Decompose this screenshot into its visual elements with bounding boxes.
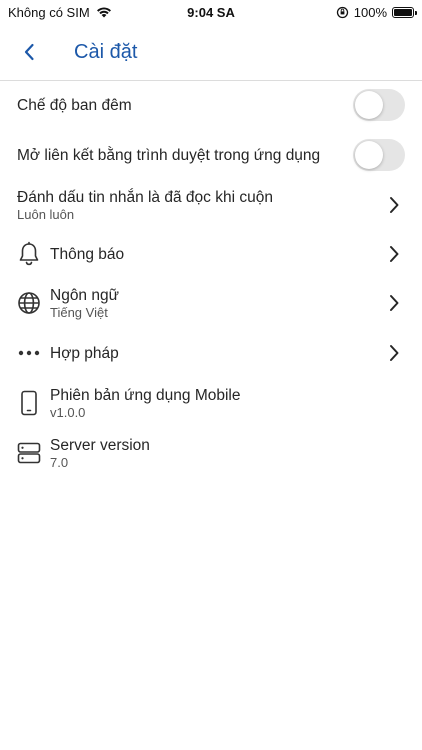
status-left: Không có SIM xyxy=(8,5,112,20)
setting-mark-read[interactable]: Đánh dấu tin nhắn là đã đọc khi cuộn Luô… xyxy=(0,180,422,230)
server-icon xyxy=(16,440,42,466)
status-right: 100% xyxy=(336,4,417,20)
setting-in-app-browser-label: Mở liên kết bằng trình duyệt trong ứng d… xyxy=(17,146,321,164)
setting-night-mode-label: Chế độ ban đêm xyxy=(17,96,132,114)
setting-language-label: Ngôn ngữ xyxy=(50,286,119,304)
chevron-right-icon xyxy=(390,345,399,361)
setting-text: Phiên bản ứng dụng Mobile v1.0.0 xyxy=(50,386,241,421)
toggle-knob xyxy=(355,91,383,119)
globe-icon xyxy=(16,290,42,316)
setting-text: Server version 7.0 xyxy=(50,436,150,471)
chevron-left-icon xyxy=(24,43,34,61)
setting-legal-label: Hợp pháp xyxy=(50,344,119,362)
carrier-label: Không có SIM xyxy=(8,4,90,20)
setting-text: Ngôn ngữ Tiếng Việt xyxy=(50,286,119,321)
status-time: 9:04 SA xyxy=(187,4,235,20)
in-app-browser-toggle[interactable] xyxy=(353,139,405,171)
setting-text: Hợp pháp xyxy=(50,344,119,363)
setting-mark-read-label: Đánh dấu tin nhắn là đã đọc khi cuộn xyxy=(17,188,273,206)
chevron-right-icon xyxy=(390,246,399,262)
setting-mark-read-value: Luôn luôn xyxy=(17,206,75,222)
setting-language[interactable]: Ngôn ngữ Tiếng Việt xyxy=(0,278,422,328)
setting-server-version-label: Server version xyxy=(50,436,150,454)
night-mode-toggle[interactable] xyxy=(353,89,405,121)
more-horizontal-icon xyxy=(16,340,42,366)
setting-server-version-value: 7.0 xyxy=(50,454,69,470)
setting-app-version: Phiên bản ứng dụng Mobile v1.0.0 xyxy=(0,378,422,428)
battery-label: 100% xyxy=(353,4,387,20)
setting-legal[interactable]: Hợp pháp xyxy=(0,328,422,378)
setting-text: Mở liên kết bằng trình duyệt trong ứng d… xyxy=(17,146,320,165)
mobile-phone-icon xyxy=(16,390,42,416)
back-button[interactable] xyxy=(0,24,58,80)
bell-icon xyxy=(16,241,42,267)
setting-app-version-label: Phiên bản ứng dụng Mobile xyxy=(50,386,241,404)
setting-text: Chế độ ban đêm xyxy=(17,96,132,115)
setting-night-mode: Chế độ ban đêm xyxy=(0,80,422,130)
setting-notifications-label: Thông báo xyxy=(50,245,125,263)
setting-text: Đánh dấu tin nhắn là đã đọc khi cuộn Luô… xyxy=(17,188,273,223)
chevron-right-icon xyxy=(390,197,399,213)
wifi-icon xyxy=(96,7,111,18)
setting-server-version: Server version 7.0 xyxy=(0,428,422,478)
setting-notifications[interactable]: Thông báo xyxy=(0,230,422,278)
setting-language-value: Tiếng Việt xyxy=(50,304,108,320)
setting-text: Thông báo xyxy=(50,245,124,264)
battery-icon xyxy=(392,6,417,18)
page-title: Cài đặt xyxy=(74,40,138,63)
chevron-right-icon xyxy=(390,295,399,311)
orientation-lock-icon xyxy=(336,6,348,18)
setting-app-version-value: v1.0.0 xyxy=(50,404,86,420)
status-bar: Không có SIM 9:04 SA 100% xyxy=(0,0,422,24)
setting-in-app-browser: Mở liên kết bằng trình duyệt trong ứng d… xyxy=(0,130,422,180)
toggle-knob xyxy=(355,141,383,169)
header: Cài đặt xyxy=(0,24,422,81)
